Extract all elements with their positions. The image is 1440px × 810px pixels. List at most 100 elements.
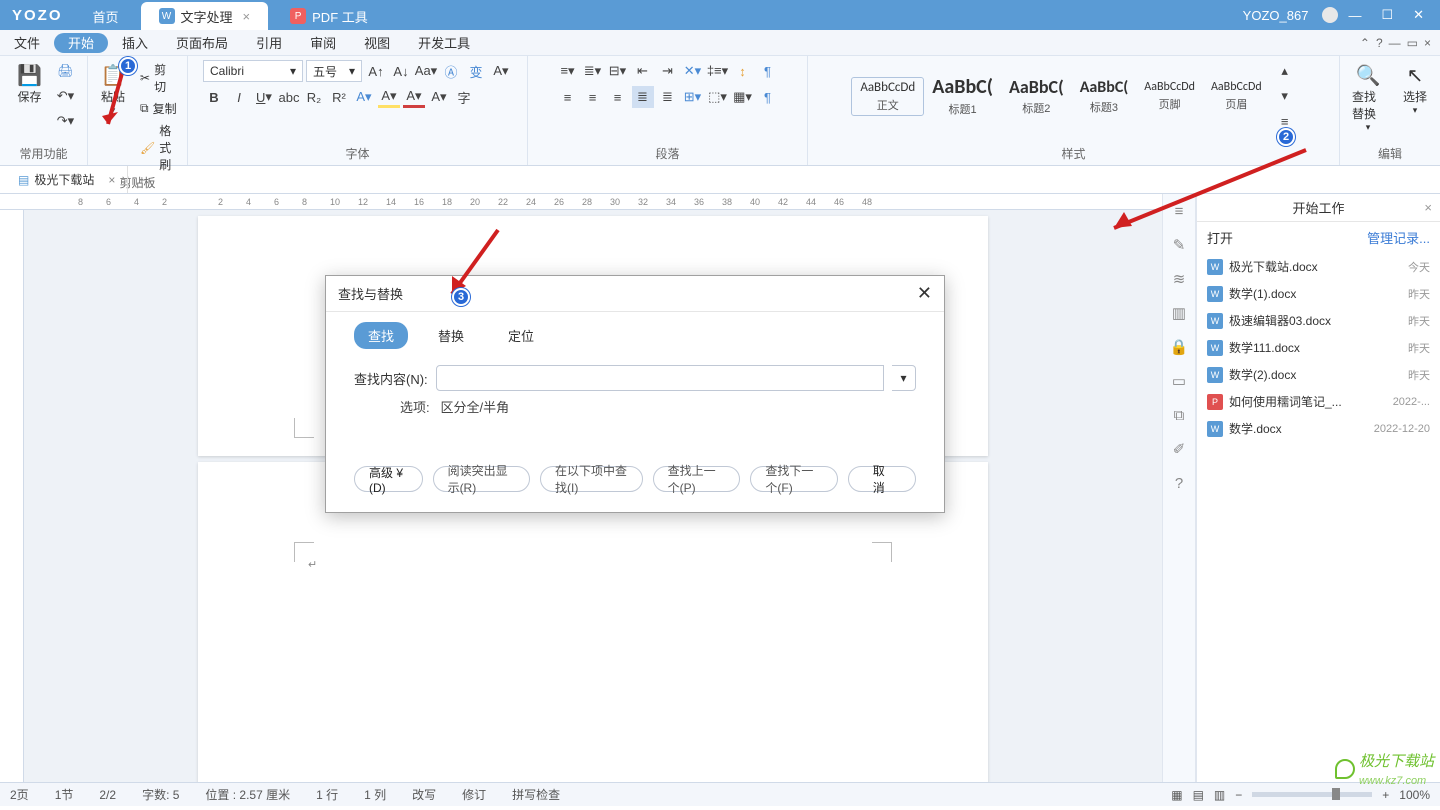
status-revision[interactable]: 修订 bbox=[462, 786, 486, 803]
ruler-vertical[interactable] bbox=[0, 210, 24, 782]
para-shade-icon[interactable]: ⬚▾ bbox=[707, 86, 729, 108]
bold-icon[interactable]: B bbox=[203, 86, 225, 108]
recent-file-item[interactable]: W极速编辑器03.docx昨天 bbox=[1201, 307, 1436, 334]
circle-char-icon[interactable]: 字 bbox=[453, 86, 475, 108]
print-icon[interactable]: 🖨 bbox=[55, 60, 77, 82]
menu-insert[interactable]: 插入 bbox=[108, 30, 162, 55]
reading-highlight-button[interactable]: 阅读突出显示(R) bbox=[433, 466, 530, 492]
min2-icon[interactable]: — bbox=[1389, 36, 1401, 50]
view-outline-icon[interactable]: ▥ bbox=[1214, 788, 1225, 802]
status-row[interactable]: 1 行 bbox=[316, 786, 338, 803]
align-dist-icon[interactable]: ≣ bbox=[657, 86, 679, 108]
find-next-button[interactable]: 查找下一个(F) bbox=[750, 466, 837, 492]
status-overwrite[interactable]: 改写 bbox=[412, 786, 436, 803]
style-normal[interactable]: AaBbCcDd正文 bbox=[851, 77, 924, 116]
find-in-button[interactable]: 在以下项中查找(I) bbox=[540, 466, 643, 492]
font-name-combo[interactable]: Calibri▾ bbox=[203, 60, 303, 82]
tab-icon[interactable]: ✕▾ bbox=[682, 60, 704, 82]
edit-icon[interactable]: ✐ bbox=[1170, 440, 1188, 458]
subscript-icon[interactable]: R₂ bbox=[303, 86, 325, 108]
align-center-icon[interactable]: ≡ bbox=[582, 86, 604, 108]
status-words[interactable]: 字数: 5 bbox=[142, 786, 179, 803]
align-justify-icon[interactable]: ≣ bbox=[632, 86, 654, 108]
paragraph-icon[interactable]: ¶ bbox=[757, 86, 779, 108]
highlight-icon[interactable]: A▾ bbox=[378, 86, 400, 108]
pencil-icon[interactable]: ✎ bbox=[1170, 236, 1188, 254]
close-icon[interactable]: × bbox=[108, 173, 115, 187]
sort-icon[interactable]: ↕ bbox=[732, 60, 754, 82]
recent-file-item[interactable]: W数学111.docx昨天 bbox=[1201, 334, 1436, 361]
find-dropdown-icon[interactable]: ▾ bbox=[892, 365, 916, 391]
inc-indent-icon[interactable]: ⇥ bbox=[657, 60, 679, 82]
recent-file-item[interactable]: W数学(2).docx昨天 bbox=[1201, 361, 1436, 388]
view-print-icon[interactable]: ▦ bbox=[1171, 788, 1182, 802]
status-spell[interactable]: 拼写检查 bbox=[512, 786, 560, 803]
align-left-icon[interactable]: ≡ bbox=[557, 86, 579, 108]
close-icon[interactable]: × bbox=[1424, 200, 1432, 215]
status-col[interactable]: 1 列 bbox=[364, 786, 386, 803]
fontcolor-icon[interactable]: A▾ bbox=[403, 86, 425, 108]
find-prev-button[interactable]: 查找上一个(P) bbox=[653, 466, 741, 492]
cut-button[interactable]: ✂剪切 bbox=[136, 60, 181, 96]
zoom-out-icon[interactable]: − bbox=[1235, 788, 1242, 802]
collapse-ribbon-icon[interactable]: ⌃ bbox=[1360, 36, 1370, 50]
clipboard-icon[interactable]: ▭ bbox=[1170, 372, 1188, 390]
menu-ref[interactable]: 引用 bbox=[242, 30, 296, 55]
status-pages[interactable]: 2/2 bbox=[99, 788, 116, 802]
increase-font-icon[interactable]: A↑ bbox=[365, 60, 387, 82]
new-doc-button[interactable]: + bbox=[128, 166, 155, 193]
zoom-value[interactable]: 100% bbox=[1399, 788, 1430, 802]
snap-icon[interactable]: ⊞▾ bbox=[682, 86, 704, 108]
tab-word[interactable]: W 文字处理 × bbox=[141, 2, 269, 30]
recent-file-item[interactable]: W极光下载站.docx今天 bbox=[1201, 253, 1436, 280]
manage-records-link[interactable]: 管理记录... bbox=[1367, 228, 1430, 247]
style-footer[interactable]: AaBbCcDd页脚 bbox=[1136, 78, 1203, 114]
close-icon[interactable]: × bbox=[243, 9, 251, 24]
dialog-tab-replace[interactable]: 替换 bbox=[424, 322, 478, 349]
zoom-slider[interactable] bbox=[1252, 792, 1372, 797]
help-icon[interactable]: ? bbox=[1376, 36, 1383, 50]
menu-layout[interactable]: 页面布局 bbox=[162, 30, 242, 55]
avatar-icon[interactable] bbox=[1322, 7, 1338, 23]
border-icon[interactable]: ▦▾ bbox=[732, 86, 754, 108]
advanced-button[interactable]: 高级 ¥(D) bbox=[354, 466, 423, 492]
find-replace-button[interactable]: 🔍查找替换▾ bbox=[1346, 60, 1390, 135]
recent-file-item[interactable]: W数学.docx2022-12-20 bbox=[1201, 415, 1436, 442]
user-label[interactable]: YOZO_867 bbox=[1233, 8, 1319, 23]
style-header[interactable]: AaBbCcDd页眉 bbox=[1203, 78, 1270, 114]
clear-format-icon[interactable]: Ⓐ bbox=[440, 60, 462, 82]
menu-view[interactable]: 视图 bbox=[350, 30, 404, 55]
menu-start[interactable]: 开始 bbox=[54, 33, 108, 53]
style-h1[interactable]: AaBbC(标题1 bbox=[924, 73, 1001, 119]
tune-icon[interactable]: ≋ bbox=[1170, 270, 1188, 288]
tab-pdf[interactable]: P PDF 工具 bbox=[272, 2, 386, 30]
status-section[interactable]: 1节 bbox=[55, 786, 74, 803]
copy2-icon[interactable]: ⧉ bbox=[1170, 406, 1188, 424]
decrease-font-icon[interactable]: A↓ bbox=[390, 60, 412, 82]
zoom-in-icon[interactable]: + bbox=[1382, 788, 1389, 802]
shading-icon[interactable]: A▾ bbox=[428, 86, 450, 108]
recent-file-item[interactable]: W数学(1).docx昨天 bbox=[1201, 280, 1436, 307]
maximize-icon[interactable]: ☐ bbox=[1371, 7, 1403, 23]
bullets-icon[interactable]: ≡▾ bbox=[557, 60, 579, 82]
dialog-tab-goto[interactable]: 定位 bbox=[494, 322, 548, 349]
redo-icon[interactable]: ↷▾ bbox=[55, 110, 77, 132]
showmarks-icon[interactable]: ¶ bbox=[757, 60, 779, 82]
style-h3[interactable]: AaBbC(标题3 bbox=[1072, 76, 1137, 117]
close-icon[interactable]: ✕ bbox=[917, 283, 932, 304]
tab-home[interactable]: 首页 bbox=[75, 2, 137, 30]
cancel-button[interactable]: 取消 bbox=[848, 466, 916, 492]
restore-icon[interactable]: ▭ bbox=[1407, 36, 1418, 50]
close2-icon[interactable]: × bbox=[1424, 36, 1431, 50]
status-page[interactable]: 2页 bbox=[10, 786, 29, 803]
numbering-icon[interactable]: ≣▾ bbox=[582, 60, 604, 82]
font-size-combo[interactable]: 五号▾ bbox=[306, 60, 362, 82]
status-position[interactable]: 位置 : 2.57 厘米 bbox=[205, 786, 290, 803]
menu-dev[interactable]: 开发工具 bbox=[404, 30, 484, 55]
help-panel-icon[interactable]: ? bbox=[1170, 474, 1188, 492]
close-window-icon[interactable]: ✕ bbox=[1403, 7, 1434, 23]
layout-icon[interactable]: ▥ bbox=[1170, 304, 1188, 322]
style-up-icon[interactable]: ▴ bbox=[1274, 60, 1296, 82]
underline-icon[interactable]: U▾ bbox=[253, 86, 275, 108]
linespace-icon[interactable]: ‡≡▾ bbox=[707, 60, 729, 82]
